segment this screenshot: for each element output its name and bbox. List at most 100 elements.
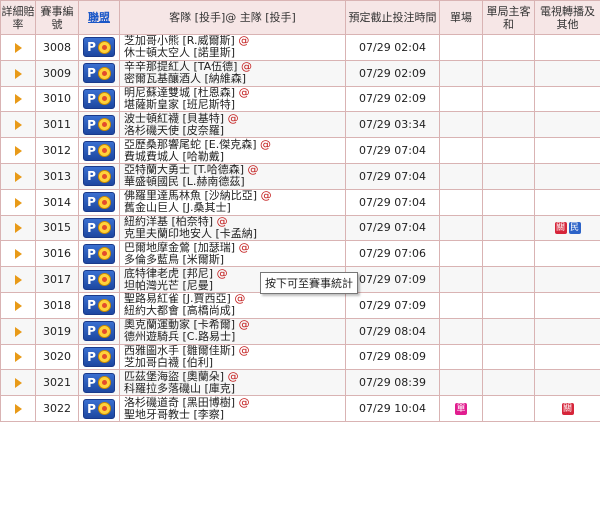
home-team[interactable]: 聖地牙哥教士 [李察] xyxy=(124,408,224,421)
header-single: 單場 xyxy=(439,0,483,35)
play-arrow-icon[interactable] xyxy=(14,223,22,234)
league-cell[interactable]: P xyxy=(78,85,120,113)
home-team[interactable]: 舊金山巨人 [J.桑其士] xyxy=(124,201,231,214)
home-team[interactable]: 芝加哥白襪 [伯利] xyxy=(124,356,213,369)
league-cell[interactable]: P xyxy=(78,266,120,293)
teams-cell[interactable]: 西雅圖水手 [雛爾佳斯] @ 芝加哥白襪 [伯利] xyxy=(119,343,346,371)
league-cell[interactable]: P xyxy=(78,34,120,61)
league-cell[interactable]: P xyxy=(78,214,120,242)
play-arrow-icon[interactable] xyxy=(14,94,22,105)
detail-odds-cell[interactable] xyxy=(0,162,36,190)
home-team[interactable]: 休士頓太空人 [諾里斯] xyxy=(124,46,235,59)
deadline-time: 07/29 07:09 xyxy=(345,291,440,319)
league-baseball-icon[interactable]: P xyxy=(83,346,115,367)
league-baseball-icon[interactable]: P xyxy=(83,37,115,58)
home-team[interactable]: 坦帕灣光芒 [尼曼] xyxy=(124,279,213,292)
play-arrow-icon[interactable] xyxy=(14,275,22,286)
league-cell[interactable]: P xyxy=(78,343,120,371)
play-arrow-icon[interactable] xyxy=(14,146,22,157)
teams-cell[interactable]: 明尼蘇達雙城 [杜恩森] @ 堪薩斯皇家 [班尼斯特] xyxy=(119,85,346,113)
home-team[interactable]: 密爾瓦基釀酒人 [納維森] xyxy=(124,72,246,85)
league-cell[interactable]: P xyxy=(78,137,120,164)
teams-cell[interactable]: 波士頓紅襪 [貝基特] @ 洛杉磯天使 [皮奈羅] xyxy=(119,111,346,139)
league-cell[interactable]: P xyxy=(78,395,120,422)
detail-odds-cell[interactable] xyxy=(0,59,36,87)
home-team[interactable]: 多倫多藍鳥 [米爾斯] xyxy=(124,253,224,266)
detail-odds-cell[interactable] xyxy=(0,343,36,371)
home-team[interactable]: 科羅拉多落磯山 [庫克] xyxy=(124,382,235,395)
home-team[interactable]: 克里夫蘭印地安人 [卡孟納] xyxy=(124,227,257,240)
league-cell[interactable]: P xyxy=(78,317,120,345)
teams-cell[interactable]: 聖路易紅雀 [J.賈西亞] @ 紐約大都會 [高橋尚成] xyxy=(119,291,346,319)
play-arrow-icon[interactable] xyxy=(14,326,22,337)
play-arrow-icon[interactable] xyxy=(14,120,22,131)
tv-cell xyxy=(534,34,600,61)
table-row: 3021 P 匹茲堡海盜 [奧蘭朵] @ 科羅拉多落磯山 [庫克] 07/29 0… xyxy=(0,369,600,397)
teams-cell[interactable]: 匹茲堡海盜 [奧蘭朵] @ 科羅拉多落磯山 [庫克] xyxy=(119,369,346,397)
league-baseball-icon[interactable]: P xyxy=(83,114,115,135)
play-arrow-icon[interactable] xyxy=(14,42,22,53)
detail-odds-cell[interactable] xyxy=(0,369,36,397)
league-baseball-icon[interactable]: P xyxy=(83,166,115,187)
league-baseball-icon[interactable]: P xyxy=(83,192,115,213)
home-team[interactable]: 華盛頓國民 [L.赫南德茲] xyxy=(124,175,245,188)
teams-cell[interactable]: 亞特蘭大勇士 [T.哈德森] @ 華盛頓國民 [L.赫南德茲] xyxy=(119,162,346,190)
league-baseball-icon[interactable]: P xyxy=(83,88,115,109)
league-baseball-icon[interactable]: P xyxy=(83,372,115,393)
home-team[interactable]: 洛杉磯天使 [皮奈羅] xyxy=(124,124,224,137)
league-cell[interactable]: P xyxy=(78,188,120,216)
tv-badge[interactable]: 關 xyxy=(561,403,574,416)
league-baseball-icon[interactable]: P xyxy=(83,217,115,238)
teams-cell[interactable]: 佛羅里達馬林魚 [沙納比亞] @ 舊金山巨人 [J.桑其士] xyxy=(119,188,346,216)
league-cell[interactable]: P xyxy=(78,59,120,87)
league-cell[interactable]: P xyxy=(78,369,120,397)
detail-odds-cell[interactable] xyxy=(0,85,36,113)
play-arrow-icon[interactable] xyxy=(14,249,22,260)
league-baseball-icon[interactable]: P xyxy=(83,269,115,290)
league-cell[interactable]: P xyxy=(78,291,120,319)
league-baseball-icon[interactable]: P xyxy=(83,295,115,316)
home-team[interactable]: 德州遊騎兵 [C.路易士] xyxy=(124,330,235,343)
league-baseball-icon[interactable]: P xyxy=(83,398,115,419)
play-arrow-icon[interactable] xyxy=(14,197,22,208)
detail-odds-cell[interactable] xyxy=(0,395,36,422)
play-arrow-icon[interactable] xyxy=(14,300,22,311)
match-number: 3022 xyxy=(35,395,79,422)
detail-odds-cell[interactable] xyxy=(0,34,36,61)
detail-odds-cell[interactable] xyxy=(0,240,36,268)
header-league[interactable]: 聯盟 xyxy=(78,0,120,35)
play-arrow-icon[interactable] xyxy=(14,378,22,389)
teams-cell[interactable]: 辛辛那提紅人 [TA伍德] @ 密爾瓦基釀酒人 [納維森] xyxy=(119,59,346,87)
home-team[interactable]: 堪薩斯皇家 [班尼斯特] xyxy=(124,98,235,111)
detail-odds-cell[interactable] xyxy=(0,266,36,293)
teams-cell[interactable]: 奧克蘭運動家 [卡希爾] @ 德州遊騎兵 [C.路易士] xyxy=(119,317,346,345)
home-team[interactable]: 費城費城人 [哈勒戴] xyxy=(124,150,224,163)
detail-odds-cell[interactable] xyxy=(0,291,36,319)
detail-odds-cell[interactable] xyxy=(0,317,36,345)
single-badge[interactable]: 單 xyxy=(455,403,467,416)
tv-badge[interactable]: 民 xyxy=(568,222,581,235)
teams-cell[interactable]: 紐約洋基 [柏奈特] @ 克里夫蘭印地安人 [卡孟納] xyxy=(119,214,346,242)
league-baseball-icon[interactable]: P xyxy=(83,321,115,342)
league-baseball-icon[interactable]: P xyxy=(83,140,115,161)
teams-cell[interactable]: 芝加哥小熊 [R.威爾斯] @ 休士頓太空人 [諾里斯] xyxy=(119,34,346,61)
play-arrow-icon[interactable] xyxy=(14,171,22,182)
detail-odds-cell[interactable] xyxy=(0,214,36,242)
league-cell[interactable]: P xyxy=(78,240,120,268)
teams-cell[interactable]: 亞歷桑那響尾蛇 [E.傑克森] @ 費城費城人 [哈勒戴] xyxy=(119,137,346,164)
teams-cell[interactable]: 洛杉磯道奇 [黑田博樹] @ 聖地牙哥教士 [李察] xyxy=(119,395,346,422)
league-baseball-icon[interactable]: P xyxy=(83,63,115,84)
play-arrow-icon[interactable] xyxy=(14,352,22,363)
league-cell[interactable]: P xyxy=(78,162,120,190)
play-arrow-icon[interactable] xyxy=(14,404,22,415)
detail-odds-cell[interactable] xyxy=(0,111,36,139)
tv-badge[interactable]: 關 xyxy=(554,222,567,235)
detail-odds-cell[interactable] xyxy=(0,137,36,164)
league-baseball-icon[interactable]: P xyxy=(83,243,115,264)
tv-cell xyxy=(534,291,600,319)
home-team[interactable]: 紐約大都會 [高橋尚成] xyxy=(124,304,235,317)
league-cell[interactable]: P xyxy=(78,111,120,139)
teams-cell[interactable]: 巴爾地摩金鶯 [加瑟瑞] @ 多倫多藍鳥 [米爾斯] xyxy=(119,240,346,268)
play-arrow-icon[interactable] xyxy=(14,68,22,79)
detail-odds-cell[interactable] xyxy=(0,188,36,216)
